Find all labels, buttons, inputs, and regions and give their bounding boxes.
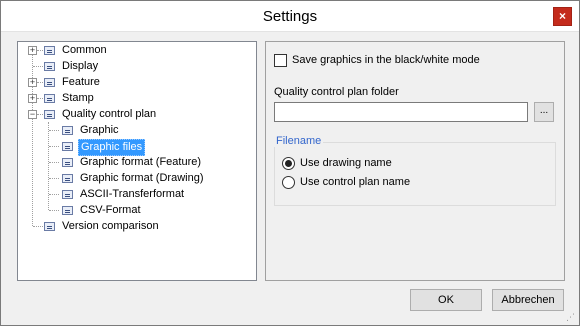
- tree-item-graphic[interactable]: Graphic: [78, 123, 121, 138]
- tree-item-ascii-transferformat[interactable]: ASCII-Transferformat: [78, 187, 186, 202]
- tree-connector: [37, 82, 43, 83]
- expand-icon[interactable]: +: [28, 78, 37, 87]
- title-bar[interactable]: Settings ×: [1, 1, 579, 32]
- bw-mode-checkbox[interactable]: [274, 54, 287, 67]
- tree-connector: [49, 162, 59, 163]
- close-button[interactable]: ×: [553, 7, 572, 26]
- folder-label: Quality control plan folder: [274, 86, 399, 98]
- tree-connector: [49, 178, 59, 179]
- tree-connector: [48, 122, 49, 210]
- expand-icon[interactable]: +: [28, 46, 37, 55]
- settings-dialog: Settings × + Common Display + Feature + …: [0, 0, 580, 326]
- tree-item-graphic-files[interactable]: Graphic files: [78, 139, 146, 156]
- cancel-button[interactable]: Abbrechen: [492, 289, 564, 311]
- window-title: Settings: [262, 8, 318, 25]
- tree-node-icon: [44, 222, 55, 231]
- tree-node-icon: [44, 62, 55, 71]
- tree-connector: [49, 146, 59, 147]
- tree-item-common[interactable]: Common: [60, 43, 109, 58]
- tree-connector: [49, 194, 59, 195]
- tree-item-feature[interactable]: Feature: [60, 75, 102, 90]
- tree-connector: [33, 66, 43, 67]
- close-icon: ×: [558, 9, 566, 23]
- bw-mode-label[interactable]: Save graphics in the black/white mode: [292, 54, 480, 66]
- settings-panel: Save graphics in the black/white mode Qu…: [265, 41, 565, 281]
- tree-node-icon: [44, 94, 55, 103]
- tree-item-graphic-format-feature[interactable]: Graphic format (Feature): [78, 155, 203, 170]
- tree-node-icon: [62, 190, 73, 199]
- folder-input[interactable]: [274, 102, 528, 122]
- tree-node-icon: [62, 142, 73, 151]
- tree-node-icon: [44, 110, 55, 119]
- tree-node-icon: [44, 46, 55, 55]
- tree-connector: [49, 210, 59, 211]
- tree-connector: [37, 50, 43, 51]
- tree-connector: [37, 114, 43, 115]
- filename-group-title: Filename: [274, 135, 324, 147]
- use-control-plan-name-label[interactable]: Use control plan name: [300, 176, 410, 188]
- ok-button[interactable]: OK: [410, 289, 482, 311]
- use-drawing-name-radio[interactable]: [282, 157, 295, 170]
- tree-item-display[interactable]: Display: [60, 59, 100, 74]
- settings-tree[interactable]: + Common Display + Feature + Stamp − Qua…: [17, 41, 257, 281]
- resize-grip-icon[interactable]: ⋰: [566, 312, 576, 322]
- use-drawing-name-label[interactable]: Use drawing name: [300, 157, 392, 169]
- filename-group: [274, 142, 556, 206]
- tree-node-icon: [44, 78, 55, 87]
- tree-node-icon: [62, 158, 73, 167]
- tree-node-icon: [62, 126, 73, 135]
- tree-connector: [33, 226, 43, 227]
- tree-connector: [37, 98, 43, 99]
- tree-node-icon: [62, 206, 73, 215]
- tree-item-graphic-format-drawing[interactable]: Graphic format (Drawing): [78, 171, 205, 186]
- tree-item-quality-control-plan[interactable]: Quality control plan: [60, 107, 158, 122]
- collapse-icon[interactable]: −: [28, 110, 37, 119]
- tree-item-stamp[interactable]: Stamp: [60, 91, 96, 106]
- tree-node-icon: [62, 174, 73, 183]
- browse-button[interactable]: ...: [534, 102, 554, 122]
- use-control-plan-name-radio[interactable]: [282, 176, 295, 189]
- expand-icon[interactable]: +: [28, 94, 37, 103]
- tree-connector: [49, 130, 59, 131]
- tree-item-csv-format[interactable]: CSV-Format: [78, 203, 143, 218]
- tree-item-version-comparison[interactable]: Version comparison: [60, 219, 161, 234]
